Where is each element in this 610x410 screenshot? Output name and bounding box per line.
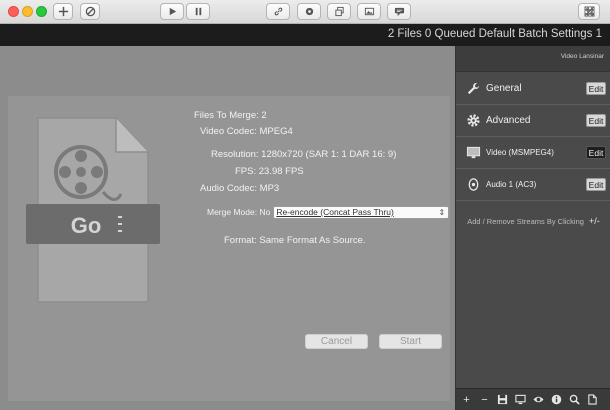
sidebar-item-advanced[interactable]: Advanced Edit: [456, 105, 610, 137]
image-button[interactable]: [357, 3, 381, 20]
pause-icon: [195, 7, 201, 16]
chat-button[interactable]: [387, 3, 411, 20]
play-icon: [169, 7, 176, 16]
add-streams-hint: +/-: [589, 216, 600, 226]
sidebar-item-label: Video (MSMPEG4): [486, 148, 554, 157]
image-icon: [364, 7, 374, 16]
start-merge-button[interactable]: Start: [379, 334, 442, 349]
resolution: Resolution: 1280x720 (SAR 1: 1 DAR 16: 9…: [211, 149, 397, 160]
format-info: Format: Same Format As Source.: [224, 235, 366, 246]
plus-icon: [58, 6, 68, 17]
play-button[interactable]: [160, 3, 184, 20]
sidebar-item-video[interactable]: Video (MSMPEG4) Edit: [456, 137, 610, 169]
merge-mode-select[interactable]: Re-encode (Concat Pass Thru) ⇕: [273, 205, 450, 219]
document-icon-text: Go: [71, 213, 102, 238]
sidebar-header: Video Lansinar: [456, 46, 610, 72]
fps: FPS: 23.98 FPS: [235, 166, 304, 177]
status-bar: 2 Files 0 Queued Default Batch Settings …: [0, 24, 610, 46]
speaker-icon: [465, 177, 481, 193]
minus-icon[interactable]: −: [478, 393, 491, 406]
pattern-icon: [584, 6, 594, 17]
cancel-merge-button[interactable]: Cancel: [305, 334, 368, 349]
window-toolbar: [0, 0, 610, 24]
monitor-icon[interactable]: [514, 393, 527, 406]
chevron-updown-icon: ⇕: [438, 208, 446, 217]
document-icon[interactable]: [586, 393, 599, 406]
no-entry-icon: [85, 6, 95, 17]
save-icon[interactable]: [496, 393, 509, 406]
sidebar-item-label: Advanced: [486, 115, 531, 126]
info-icon[interactable]: [550, 393, 563, 406]
settings-sidebar: Video Lansinar General Edit Advanced Edi…: [455, 46, 610, 410]
sidebar-item-audio[interactable]: Audio 1 (AC3) Edit: [456, 169, 610, 201]
zoom-window-button[interactable]: [36, 6, 47, 17]
merge-mode-label: Merge Mode: No: [207, 207, 271, 217]
pause-button[interactable]: [186, 3, 210, 20]
minimize-window-button[interactable]: [22, 6, 33, 17]
sidebar-toolbar: + −: [456, 388, 610, 410]
edit-general-button[interactable]: Edit: [586, 82, 606, 95]
sidebar-item-label: General: [486, 83, 522, 94]
files-to-merge: Files To Merge: 2: [194, 110, 267, 121]
document-video-icon: Go: [26, 117, 160, 303]
audio-codec: Audio Codec: MP3: [200, 183, 280, 194]
wrench-icon: [465, 81, 481, 97]
monitor-icon: [465, 145, 481, 161]
search-icon[interactable]: [568, 393, 581, 406]
edit-advanced-button[interactable]: Edit: [586, 114, 606, 127]
add-streams-text: Add / Remove Streams By Clicking: [467, 217, 584, 226]
sidebar-item-label: Audio 1 (AC3): [486, 180, 537, 189]
copy-icon: [334, 6, 344, 17]
queue-status: 2 Files 0 Queued Default Batch Settings …: [387, 28, 602, 40]
pattern-button[interactable]: [578, 3, 600, 20]
add-streams-note: Add / Remove Streams By Clicking +/-: [456, 216, 610, 226]
merge-mode-row: Merge Mode: No Re-encode (Concat Pass Th…: [207, 205, 450, 219]
plus-icon[interactable]: +: [460, 393, 473, 406]
eye-icon[interactable]: [532, 393, 545, 406]
cancel-button[interactable]: [80, 3, 100, 20]
record-button[interactable]: [297, 3, 321, 20]
add-button[interactable]: [53, 3, 73, 20]
copy-button[interactable]: [327, 3, 351, 20]
edit-audio-button[interactable]: Edit: [586, 178, 606, 191]
close-window-button[interactable]: [8, 6, 19, 17]
chat-icon: [394, 7, 404, 17]
merge-mode-value: Re-encode (Concat Pass Thru): [276, 207, 394, 217]
edit-video-button[interactable]: Edit: [586, 146, 606, 159]
link-button[interactable]: [266, 3, 290, 20]
video-codec: Video Codec: MPEG4: [200, 126, 293, 137]
gear-icon: [465, 113, 481, 129]
sidebar-item-general[interactable]: General Edit: [456, 73, 610, 105]
link-icon: [274, 7, 282, 16]
record-icon: [305, 7, 313, 16]
